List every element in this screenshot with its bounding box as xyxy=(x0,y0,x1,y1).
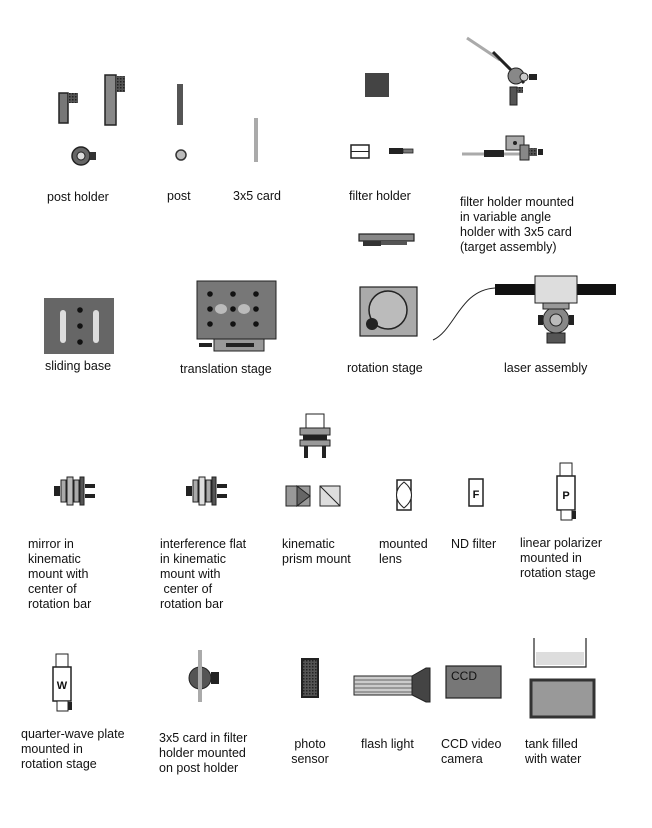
card-in-filter-holder-icon xyxy=(188,650,219,702)
label-photo-sensor: photo sensor xyxy=(291,737,329,766)
label-nd-filter: ND filter xyxy=(451,537,497,551)
interference-flat-icon xyxy=(186,476,227,506)
label-card-in-filter-holder: 3x5 card in filter holder mounted on pos… xyxy=(159,731,248,775)
filter-holder-icon xyxy=(350,73,415,246)
label-quarter-wave-plate: quarter-wave plate mounted in rotation s… xyxy=(21,727,125,771)
label-prism-mount: kinematic prism mount xyxy=(282,537,351,566)
waveplate-glyph: W xyxy=(57,680,68,692)
quarter-wave-plate-icon: W xyxy=(52,653,72,712)
polarizer-glyph: P xyxy=(562,490,569,502)
label-ccd-camera: CCD video camera xyxy=(441,737,502,766)
label-rotation-stage: rotation stage xyxy=(347,361,423,375)
label-linear-polarizer: linear polarizer mounted in rotation sta… xyxy=(520,536,602,580)
target-assembly-icon xyxy=(462,36,543,161)
label-card: 3x5 card xyxy=(233,189,281,203)
mounted-lens-icon xyxy=(396,479,412,511)
label-translation-stage: translation stage xyxy=(180,362,272,376)
label-laser-assembly: laser assembly xyxy=(504,361,588,375)
rotation-stage-icon xyxy=(359,286,418,337)
post-holder-icon xyxy=(58,74,125,166)
translation-stage-icon xyxy=(196,280,277,352)
nd-filter-icon: F xyxy=(468,478,484,507)
ccd-camera-icon: CCD xyxy=(445,665,502,699)
label-mirror-mount: mirror in kinematic mount with center of… xyxy=(28,537,92,611)
label-mounted-lens: mounted lens xyxy=(379,537,428,566)
nd-filter-glyph: F xyxy=(473,489,480,501)
label-post: post xyxy=(167,189,191,203)
label-flash-light: flash light xyxy=(361,737,414,751)
card-icon xyxy=(254,118,258,162)
sliding-base-icon xyxy=(44,298,114,354)
label-water-tank: tank filled with water xyxy=(525,737,582,766)
prism-mount-icon xyxy=(285,413,341,508)
label-interference-flat: interference flat in kinematic mount wit… xyxy=(160,537,247,611)
flash-light-icon xyxy=(353,667,431,703)
linear-polarizer-icon: P xyxy=(556,462,576,521)
post-icon xyxy=(175,84,187,161)
laser-assembly-icon xyxy=(432,275,616,344)
component-diagram: F P W CCD xyxy=(44,36,616,719)
label-sliding-base: sliding base xyxy=(45,359,112,373)
mirror-mount-icon xyxy=(54,476,95,506)
water-tank-icon xyxy=(529,638,596,719)
photo-sensor-icon xyxy=(301,658,319,698)
label-post-holder: post holder xyxy=(47,190,109,204)
label-target-assembly: filter holder mounted in variable angle … xyxy=(460,195,574,254)
ccd-glyph: CCD xyxy=(451,669,477,683)
label-filter-holder: filter holder xyxy=(349,189,411,203)
